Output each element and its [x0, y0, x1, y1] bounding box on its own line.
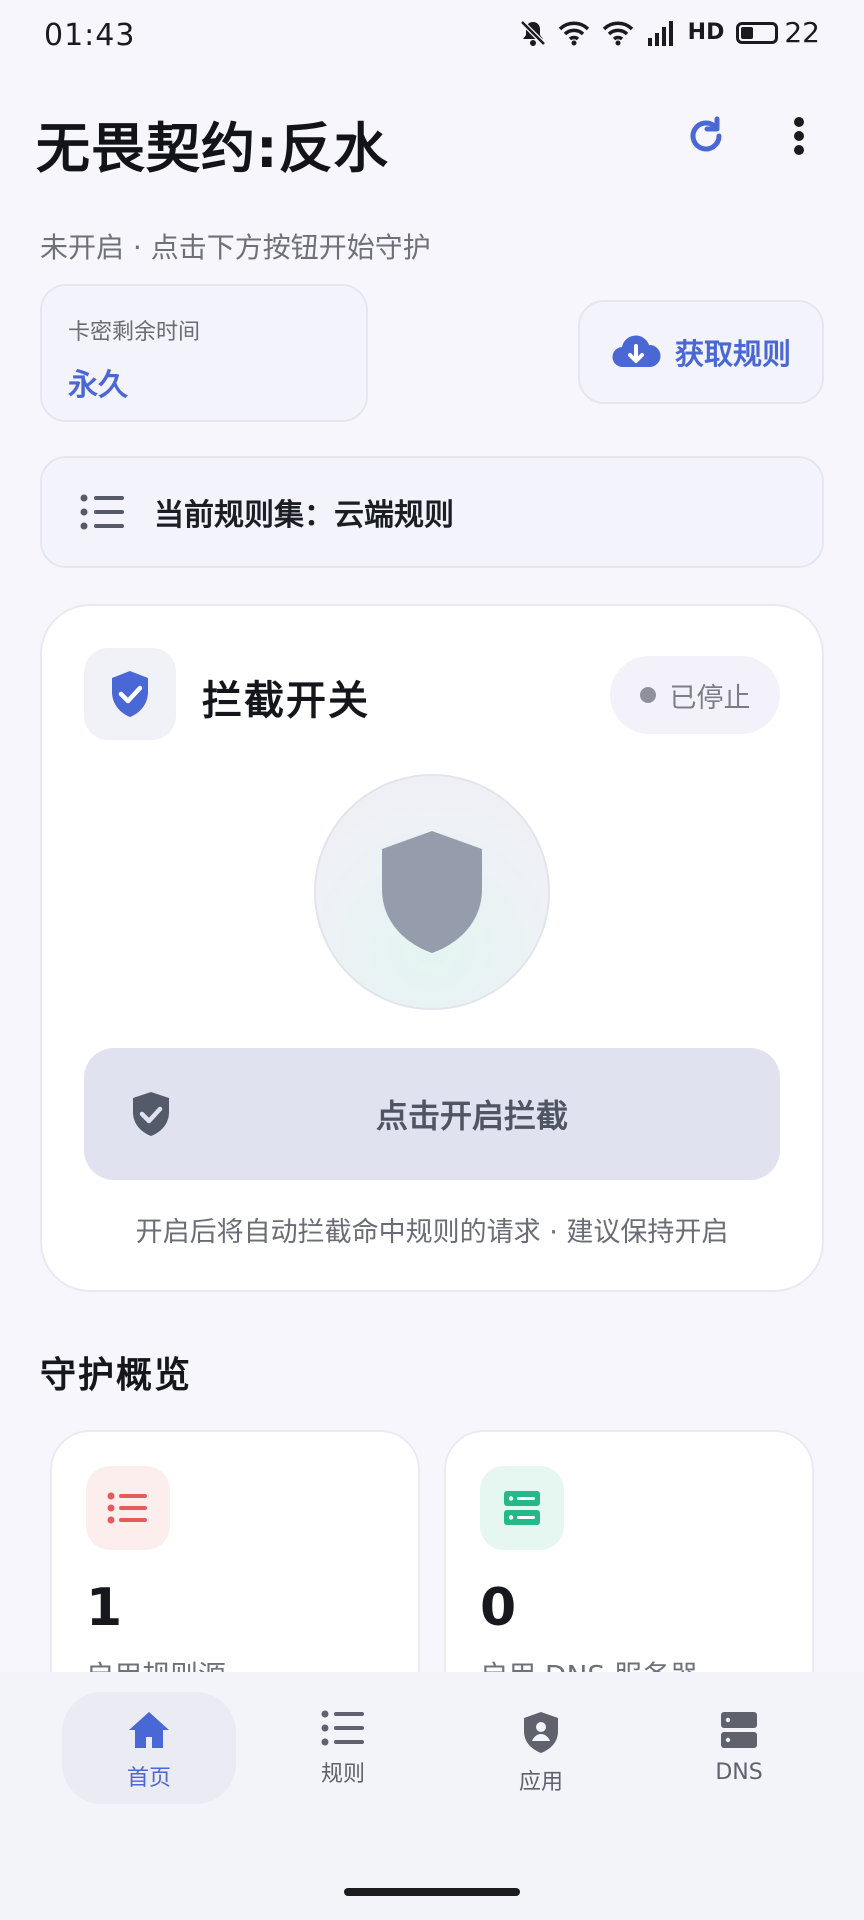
status-dot — [639, 687, 656, 703]
nav-item-home[interactable]: 首页 — [74, 1710, 224, 1792]
button-shield-icon-wrap — [130, 1090, 172, 1142]
nav-item-label: 首页 — [126, 1766, 171, 1791]
nav-item-dns[interactable]: DNS — [664, 1710, 814, 1785]
shield-user-icon — [524, 1712, 558, 1753]
battery-level: 22 — [784, 16, 820, 49]
stat-icon-tile — [86, 1466, 170, 1550]
status-icons: HD 22 — [519, 16, 820, 49]
intercept-icon-tile — [84, 648, 176, 740]
stat-value: 1 — [86, 1578, 123, 1638]
key-remaining-label: 卡密剩余时间 — [68, 320, 201, 345]
enable-intercept-label: 点击开启拦截 — [375, 1097, 568, 1135]
page-title: 无畏契约:反水 — [36, 117, 389, 180]
fetch-rules-button[interactable]: 获取规则 — [578, 300, 824, 404]
status-badge-text: 已停止 — [669, 682, 751, 714]
wifi-icon-2 — [602, 21, 633, 45]
server-icon — [721, 1712, 757, 1748]
list-icon — [80, 494, 124, 530]
nav-item-rules[interactable]: 规则 — [268, 1710, 418, 1788]
more-menu-button[interactable] — [774, 110, 824, 162]
list-icon — [107, 1492, 147, 1524]
stat-icon-tile — [480, 1466, 564, 1550]
signal-icon — [647, 20, 673, 46]
wifi-icon — [558, 21, 589, 45]
battery: 22 — [736, 16, 820, 49]
current-ruleset-label: 当前规则集：云端规则 — [154, 498, 454, 533]
nav-item-label: 规则 — [320, 1762, 365, 1787]
cloud-download-icon — [612, 335, 661, 368]
refresh-button[interactable] — [680, 110, 732, 162]
intercept-shield-circle[interactable] — [314, 774, 550, 1010]
mute-bell-icon — [519, 19, 546, 46]
shield-check-icon — [133, 1092, 169, 1136]
network-label: HD — [687, 20, 725, 45]
intercept-switch-title: 拦截开关 — [202, 678, 370, 724]
home-icon — [129, 1712, 169, 1748]
key-remaining-value: 永久 — [68, 368, 128, 403]
more-vertical-icon — [794, 117, 804, 155]
current-ruleset-row[interactable]: 当前规则集：云端规则 — [40, 456, 824, 568]
shield-check-icon — [112, 671, 148, 717]
stat-value: 0 — [480, 1578, 517, 1638]
gesture-home-bar[interactable] — [344, 1888, 520, 1896]
list-icon — [321, 1710, 364, 1746]
overview-title: 守护概览 — [40, 1355, 193, 1396]
battery-icon — [736, 21, 779, 44]
refresh-icon — [690, 116, 722, 152]
intercept-hint: 开启后将自动拦截命中规则的请求 · 建议保持开启 — [135, 1217, 729, 1248]
server-icon — [504, 1491, 540, 1525]
nav-item-label: DNS — [715, 1760, 763, 1785]
enable-intercept-button[interactable]: 点击开启拦截 — [84, 1048, 780, 1180]
status-badge: 已停止 — [610, 656, 780, 734]
key-remaining-card: 卡密剩余时间 永久 — [40, 284, 368, 422]
fetch-rules-label: 获取规则 — [674, 337, 791, 371]
shield-icon — [382, 831, 482, 953]
status-time: 01:43 — [44, 18, 136, 53]
protection-status-text: 未开启 · 点击下方按钮开始守护 — [40, 231, 431, 264]
nav-item-label: 应用 — [518, 1770, 563, 1795]
nav-item-apps[interactable]: 应用 — [466, 1710, 616, 1796]
